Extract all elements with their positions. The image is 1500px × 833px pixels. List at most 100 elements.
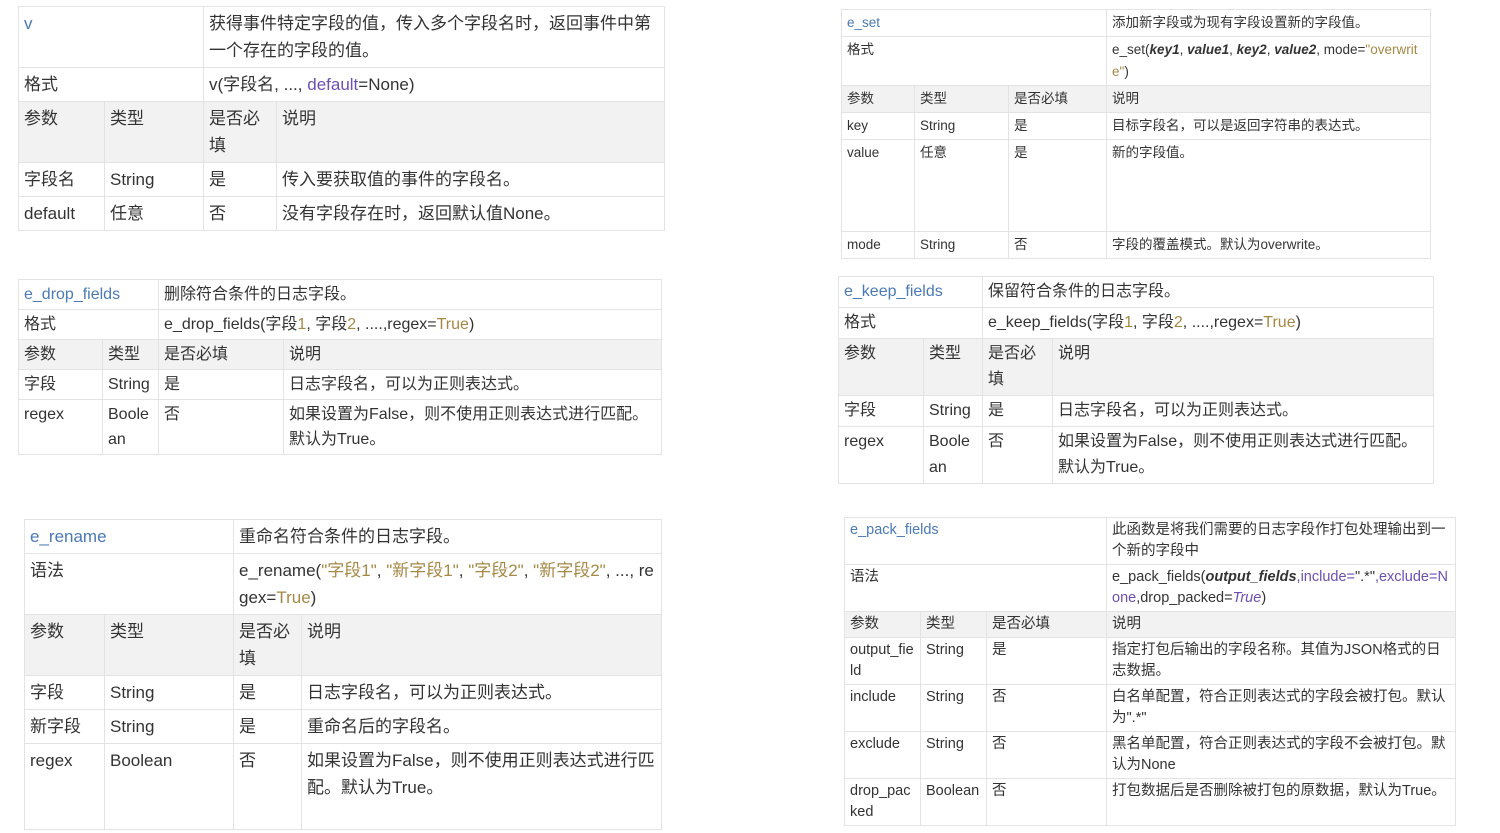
table-row: 新字段 String 是 重命名后的字段名。 xyxy=(24,709,662,744)
header-desc: 说明 xyxy=(276,101,665,163)
desc-cell: 如果设置为False，则不使用正则表达式进行匹配。默认为True。 xyxy=(301,743,662,830)
required-cell: 是 xyxy=(233,709,302,744)
param-cell: mode xyxy=(841,231,915,259)
type-cell: Boolean xyxy=(920,778,987,826)
header-param: 参数 xyxy=(844,611,921,638)
type-cell: String xyxy=(914,112,1009,140)
required-cell: 否 xyxy=(1007,231,1108,259)
type-cell: String xyxy=(104,162,204,197)
function-description: 重命名符合条件的日志字段。 xyxy=(233,519,662,554)
type-cell: String xyxy=(923,395,983,427)
desc-cell: 日志字段名，可以为正则表达式。 xyxy=(1052,395,1434,427)
function-name[interactable]: e_drop_fields xyxy=(17,279,160,310)
header-row: 参数 类型 是否必填 说明 xyxy=(838,338,1434,396)
header-type: 类型 xyxy=(101,339,160,370)
type-cell: String xyxy=(104,709,234,744)
desc-cell: 如果设置为False，则不使用正则表达式进行匹配。默认为True。 xyxy=(283,399,662,455)
e-set-doc-table: e_set 添加新字段或为现有字段设置新的字段值。 格式 e_set(key1,… xyxy=(840,9,1431,259)
table-row: 字段 String 是 日志字段名，可以为正则表达式。 xyxy=(24,675,662,710)
header-param: 参数 xyxy=(841,85,915,113)
header-row: 参数 类型 是否必填 说明 xyxy=(841,85,1431,113)
desc-cell: 打包数据后是否删除被打包的原数据，默认为True。 xyxy=(1106,778,1456,826)
header-param: 参数 xyxy=(18,101,105,163)
desc-cell: 字段的覆盖模式。默认为overwrite。 xyxy=(1106,231,1431,259)
param-cell: exclude xyxy=(844,731,921,779)
param-cell: regex xyxy=(838,426,924,484)
required-cell: 否 xyxy=(982,426,1053,484)
syntax-row: 语法 e_pack_fields(output_fields,include="… xyxy=(843,564,1456,612)
syntax-label: 语法 xyxy=(843,564,1108,612)
header-row: 参数 类型 是否必填 说明 xyxy=(18,101,665,163)
desc-cell: 日志字段名，可以为正则表达式。 xyxy=(301,675,662,710)
format-row: 格式 e_drop_fields(字段1, 字段2, ....,regex=Tr… xyxy=(17,309,662,340)
header-required: 是否必填 xyxy=(233,614,302,676)
header-type: 类型 xyxy=(923,338,983,396)
function-description: 添加新字段或为现有字段设置新的字段值。 xyxy=(1106,9,1431,37)
required-cell: 是 xyxy=(203,162,277,197)
function-description: 获得事件特定字段的值，传入多个字段名时，返回事件中第一个存在的字段的值。 xyxy=(203,6,665,68)
param-cell: 字段 xyxy=(24,675,105,710)
header-param: 参数 xyxy=(24,614,105,676)
format-signature: e_drop_fields(字段1, 字段2, ....,regex=True) xyxy=(158,309,662,340)
header-row: 参数 类型 是否必填 说明 xyxy=(18,339,662,370)
param-cell: value xyxy=(841,139,915,232)
type-cell: Boolean xyxy=(104,743,234,830)
function-name[interactable]: e_set xyxy=(840,9,1108,37)
function-name[interactable]: e_pack_fields xyxy=(843,517,1108,565)
table-row: mode String 否 字段的覆盖模式。默认为overwrite。 xyxy=(841,231,1431,259)
header-type: 类型 xyxy=(920,611,987,638)
type-cell: String xyxy=(920,637,987,685)
table-row: exclude String 否 黑名单配置，符合正则表达式的字段不会被打包。默… xyxy=(844,731,1456,779)
v-doc-table: v 获得事件特定字段的值，传入多个字段名时，返回事件中第一个存在的字段的值。 格… xyxy=(18,6,665,231)
header-required: 是否必填 xyxy=(982,338,1053,396)
function-name[interactable]: v xyxy=(18,6,204,68)
table-row: value 任意 是 新的字段值。 xyxy=(841,139,1431,232)
function-row: e_set 添加新字段或为现有字段设置新的字段值。 xyxy=(840,9,1431,37)
function-name[interactable]: e_rename xyxy=(24,519,234,554)
desc-cell: 重命名后的字段名。 xyxy=(301,709,662,744)
header-desc: 说明 xyxy=(1106,85,1431,113)
header-type: 类型 xyxy=(914,85,1009,113)
param-cell: 字段名 xyxy=(18,162,105,197)
header-desc: 说明 xyxy=(1052,338,1434,396)
header-param: 参数 xyxy=(838,338,924,396)
format-row: 格式 v(字段名, ..., default=None) xyxy=(18,67,665,102)
e-drop-fields-doc-table: e_drop_fields 删除符合条件的日志字段。 格式 e_drop_fie… xyxy=(17,279,662,455)
required-cell: 是 xyxy=(158,369,285,400)
format-signature: v(字段名, ..., default=None) xyxy=(203,67,665,102)
param-cell: drop_packed xyxy=(844,778,921,826)
header-desc: 说明 xyxy=(283,339,662,370)
param-cell: include xyxy=(844,684,921,732)
syntax-signature: e_rename("字段1", "新字段1", "字段2", "新字段2", .… xyxy=(233,553,662,615)
required-cell: 否 xyxy=(203,196,277,231)
function-name[interactable]: e_keep_fields xyxy=(838,276,983,308)
function-description: 保留符合条件的日志字段。 xyxy=(982,276,1434,308)
required-cell: 否 xyxy=(158,399,285,455)
format-row: 格式 e_keep_fields(字段1, 字段2, ....,regex=Tr… xyxy=(838,307,1434,339)
type-cell: Boolean xyxy=(923,426,983,484)
type-cell: 任意 xyxy=(914,139,1009,232)
param-cell: key xyxy=(841,112,915,140)
table-row: regex Boolean 否 如果设置为False，则不使用正则表达式进行匹配… xyxy=(18,399,662,455)
table-row: 字段名 String 是 传入要获取值的事件的字段名。 xyxy=(18,162,665,197)
function-row: v 获得事件特定字段的值，传入多个字段名时，返回事件中第一个存在的字段的值。 xyxy=(18,6,665,68)
desc-cell: 黑名单配置，符合正则表达式的字段不会被打包。默认为None xyxy=(1106,731,1456,779)
param-cell: 字段 xyxy=(18,369,103,400)
header-required: 是否必填 xyxy=(1007,85,1108,113)
param-cell: 新字段 xyxy=(24,709,105,744)
header-row: 参数 类型 是否必填 说明 xyxy=(844,611,1456,638)
param-cell: regex xyxy=(18,399,103,455)
table-row: 字段 String 是 日志字段名，可以为正则表达式。 xyxy=(838,395,1434,427)
desc-cell: 没有字段存在时，返回默认值None。 xyxy=(276,196,665,231)
header-required: 是否必填 xyxy=(203,101,277,163)
header-required: 是否必填 xyxy=(158,339,285,370)
param-cell: regex xyxy=(24,743,105,830)
format-label: 格式 xyxy=(840,36,1108,86)
required-cell: 是 xyxy=(233,675,302,710)
syntax-signature: e_pack_fields(output_fields,include=".*"… xyxy=(1106,564,1456,612)
type-cell: Boolean xyxy=(101,399,160,455)
format-signature: e_set(key1, value1, key2, value2, mode="… xyxy=(1106,36,1431,86)
type-cell: 任意 xyxy=(104,196,204,231)
function-row: e_rename 重命名符合条件的日志字段。 xyxy=(24,519,662,554)
param-cell: 字段 xyxy=(838,395,924,427)
